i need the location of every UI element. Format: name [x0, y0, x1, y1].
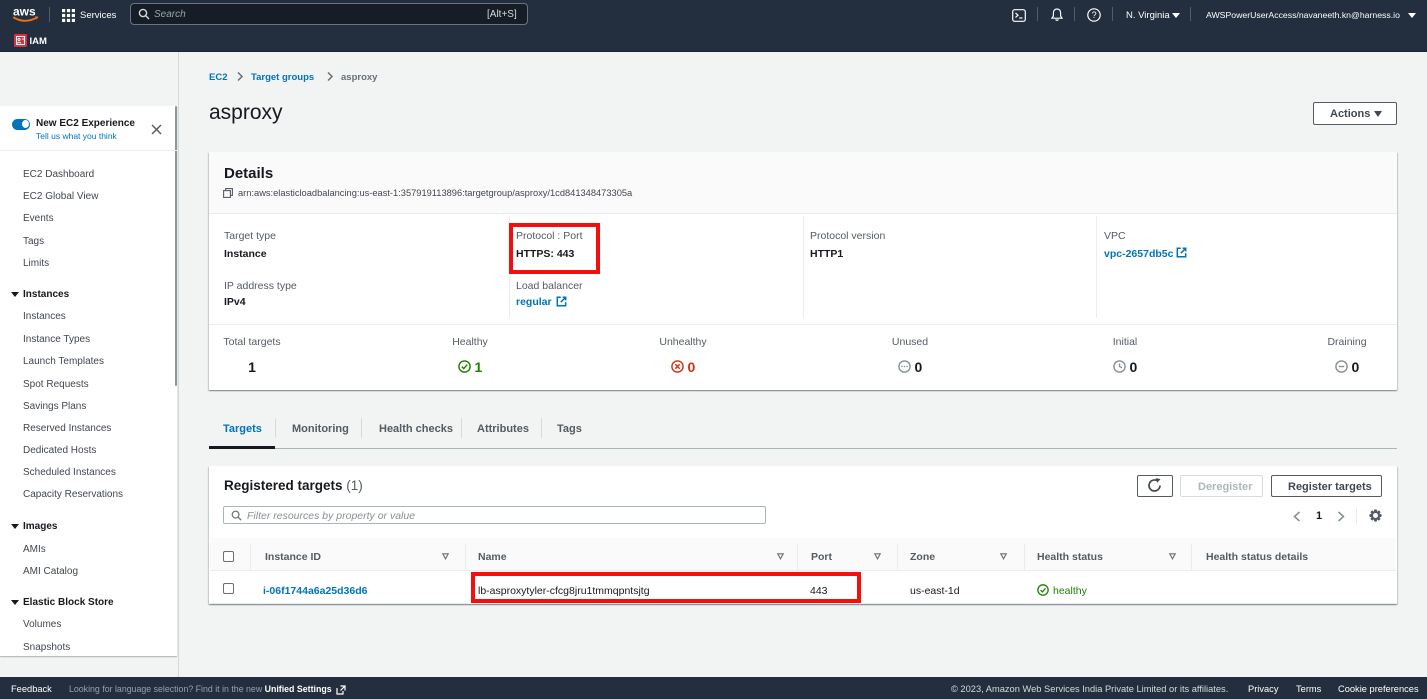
- svg-text:?: ?: [1092, 10, 1097, 20]
- svg-text:aws: aws: [13, 5, 36, 19]
